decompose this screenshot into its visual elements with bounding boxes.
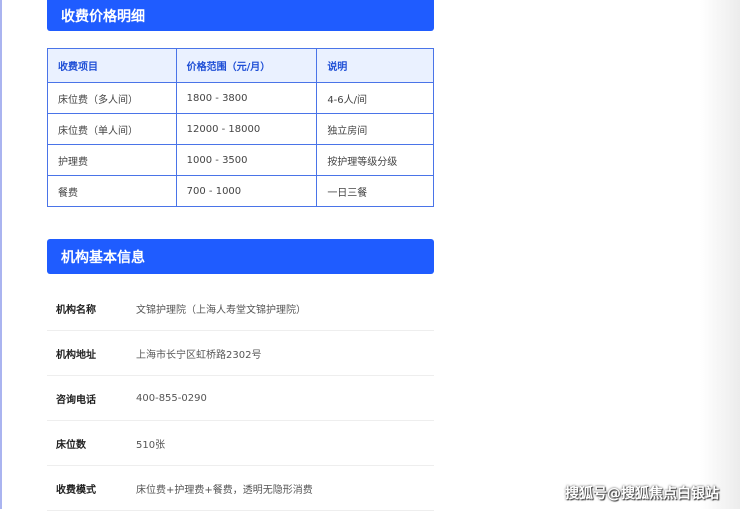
price-table: 收费项目 价格范围（元/月） 说明 床位费（多人间） 1800 - 3800 4…	[47, 48, 434, 207]
info-label: 咨询电话	[56, 394, 96, 406]
cell-note: 一日三餐	[316, 175, 434, 207]
info-value: 上海市长宁区虹桥路2302号	[136, 349, 262, 361]
cell-item: 床位费（单人间）	[47, 113, 177, 145]
info-label: 机构名称	[56, 304, 96, 316]
list-item: 收费模式 床位费+护理费+餐费，透明无隐形消费	[47, 466, 434, 511]
info-label: 机构地址	[56, 349, 96, 361]
cell-note: 独立房间	[316, 113, 434, 145]
cell-note: 按护理等级分级	[316, 144, 434, 176]
right-edge-shadow	[700, 0, 740, 509]
info-value: 床位费+护理费+餐费，透明无隐形消费	[136, 484, 313, 496]
info-section-title: 机构基本信息	[47, 239, 434, 274]
cell-item: 床位费（多人间）	[47, 82, 177, 114]
info-list: 机构名称 文锦护理院（上海人寿堂文锦护理院） 机构地址 上海市长宁区虹桥路230…	[47, 286, 434, 511]
watermark: 搜狐号@搜狐焦点白银站	[565, 486, 719, 502]
list-item: 床位数 510张	[47, 421, 434, 466]
list-item: 机构名称 文锦护理院（上海人寿堂文锦护理院）	[47, 286, 434, 331]
cell-item: 餐费	[47, 175, 177, 207]
cell-price: 1800 - 3800	[175, 82, 318, 114]
info-value: 文锦护理院（上海人寿堂文锦护理院）	[136, 304, 306, 316]
list-item: 咨询电话 400-855-0290	[47, 376, 434, 421]
cell-note: 4-6人/间	[316, 82, 434, 114]
left-border-line	[0, 0, 2, 509]
cell-price: 12000 - 18000	[175, 113, 318, 145]
table-row: 餐费 700 - 1000 一日三餐	[47, 175, 434, 207]
info-label: 收费模式	[56, 484, 96, 496]
info-value: 510张	[136, 439, 166, 451]
price-section-title-text: 收费价格明细	[61, 8, 145, 25]
cell-price: 700 - 1000	[175, 175, 318, 207]
price-table-header-row: 收费项目 价格范围（元/月） 说明	[47, 48, 434, 83]
list-item: 机构地址 上海市长宁区虹桥路2302号	[47, 331, 434, 376]
cell-item: 护理费	[47, 144, 177, 176]
info-section-title-text: 机构基本信息	[61, 249, 145, 266]
table-row: 床位费（单人间） 12000 - 18000 独立房间	[47, 113, 434, 145]
header-description: 说明	[316, 48, 434, 83]
table-row: 床位费（多人间） 1800 - 3800 4-6人/间	[47, 82, 434, 114]
price-section-title: 收费价格明细	[47, 0, 434, 31]
header-item: 收费项目	[47, 48, 177, 83]
cell-price: 1000 - 3500	[175, 144, 318, 176]
header-price-range: 价格范围（元/月）	[175, 48, 318, 83]
table-row: 护理费 1000 - 3500 按护理等级分级	[47, 144, 434, 176]
info-label: 床位数	[56, 439, 86, 451]
info-value: 400-855-0290	[136, 392, 207, 404]
